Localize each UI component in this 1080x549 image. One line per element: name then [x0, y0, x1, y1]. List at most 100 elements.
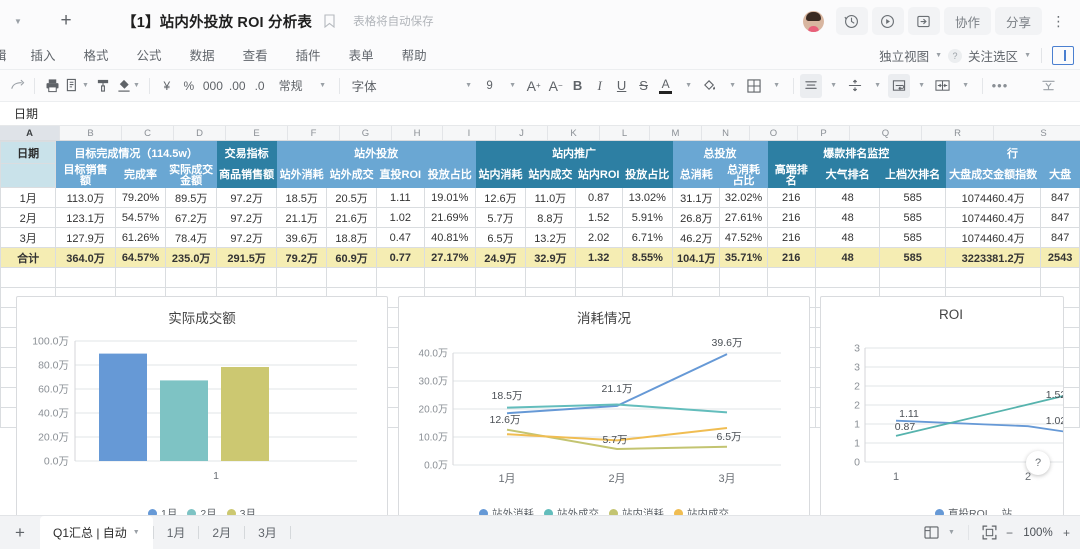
- document-title[interactable]: 【1】站内外投放 ROI 分析表: [122, 11, 312, 32]
- sub-header-12[interactable]: 投放占比: [621, 163, 674, 188]
- cell-total-c8[interactable]: 27.17%: [423, 247, 477, 268]
- help-float-button[interactable]: ?: [1026, 451, 1050, 475]
- total-row[interactable]: 合计 364.0万 64.57% 235.0万 291.5万 79.2万 60.…: [0, 247, 1080, 268]
- vertical-align-caret[interactable]: ▼: [866, 74, 888, 98]
- cell-r2-c3[interactable]: 67.2万: [165, 207, 218, 228]
- sub-header-1[interactable]: 目标销售额: [55, 163, 116, 188]
- cell-r1-c11[interactable]: 0.87: [574, 187, 623, 208]
- cell-total-c3[interactable]: 235.0万: [165, 247, 218, 268]
- cell-r3-c14[interactable]: 47.52%: [719, 227, 768, 248]
- table-row[interactable]: 2月 123.1万 54.57% 67.2万 97.2万 21.1万 21.6万…: [0, 207, 1080, 228]
- sub-header-6[interactable]: 站外成交: [326, 163, 378, 188]
- sub-header-2[interactable]: 完成率: [114, 163, 167, 188]
- cell-r3-c2[interactable]: 61.26%: [114, 227, 167, 248]
- cell-r3-c6[interactable]: 18.8万: [326, 227, 378, 248]
- cell-r3-c15[interactable]: 216: [766, 227, 816, 248]
- cell-r3-c4[interactable]: 97.2万: [216, 227, 278, 248]
- sub-header-14[interactable]: 总消耗占比: [719, 163, 768, 188]
- column-header-f[interactable]: F: [288, 126, 340, 140]
- chart-actual-gmv[interactable]: 实际成交额 100.0万 80.0万 60.0万 40.0万 20.0万 0.0…: [16, 296, 388, 515]
- font-size-caret[interactable]: ▼: [501, 74, 523, 98]
- empty-cell-6[interactable]: [326, 267, 378, 288]
- help-question-icon[interactable]: ?: [948, 48, 963, 63]
- empty-cell-8[interactable]: [423, 267, 477, 288]
- align-button[interactable]: [799, 73, 822, 98]
- cell-r2-c18[interactable]: 1074460.4万: [944, 207, 1042, 228]
- cell-r3-c7[interactable]: 0.47: [376, 227, 425, 248]
- sub-header-9[interactable]: 站内消耗: [475, 163, 526, 188]
- cell-r1-c5[interactable]: 18.5万: [276, 187, 328, 208]
- formula-bar[interactable]: 日期: [0, 102, 1080, 126]
- column-header-b[interactable]: B: [60, 126, 122, 140]
- decrease-font-size-button[interactable]: A −: [545, 74, 567, 98]
- cell-r1-c7[interactable]: 1.11: [376, 187, 425, 208]
- empty-row[interactable]: [0, 267, 1080, 288]
- italic-button[interactable]: I: [589, 74, 611, 98]
- sub-header-15[interactable]: 高端排名: [766, 163, 816, 188]
- currency-format-button[interactable]: ¥: [156, 74, 178, 98]
- empty-cell-5[interactable]: [276, 267, 328, 288]
- history-clock-icon[interactable]: [835, 7, 868, 35]
- menu-item-form[interactable]: 表单: [335, 42, 388, 70]
- cell-total-c0[interactable]: 合计: [0, 247, 57, 268]
- font-size-input[interactable]: 9: [479, 74, 501, 98]
- column-header-r[interactable]: R: [922, 126, 994, 140]
- legend-item-mar[interactable]: 3月: [226, 506, 256, 515]
- group-header-rank[interactable]: 爆款排名监控: [766, 141, 946, 164]
- thousands-format-button[interactable]: 000: [200, 74, 226, 98]
- cell-r2-c12[interactable]: 5.91%: [621, 207, 674, 228]
- grid-view-caret[interactable]: ▼: [948, 529, 955, 536]
- cell-r1-c6[interactable]: 20.5万: [326, 187, 378, 208]
- font-family-select[interactable]: 字体: [346, 74, 383, 98]
- cell-r3-c16[interactable]: 48: [814, 227, 881, 248]
- column-header-a[interactable]: A: [0, 126, 60, 140]
- cell-r1-c12[interactable]: 13.02%: [621, 187, 674, 208]
- fill-color-caret[interactable]: ▼: [721, 74, 743, 98]
- borders-icon[interactable]: [743, 74, 765, 98]
- grid-view-icon[interactable]: [924, 526, 939, 539]
- menu-item-formula[interactable]: 公式: [123, 42, 176, 70]
- cell-total-c4[interactable]: 291.5万: [216, 247, 278, 268]
- cell-r2-c17[interactable]: 585: [879, 207, 946, 228]
- sub-header-3[interactable]: 实际成交金额: [165, 163, 218, 188]
- underline-button[interactable]: U: [611, 74, 633, 98]
- cell-total-c17[interactable]: 585: [879, 247, 946, 268]
- legend-item-direct-roi[interactable]: 直投ROI: [935, 506, 988, 515]
- cell-total-c14[interactable]: 35.71%: [719, 247, 768, 268]
- empty-cell-15[interactable]: [766, 267, 816, 288]
- column-header-d[interactable]: D: [174, 126, 226, 140]
- present-icon[interactable]: [907, 7, 940, 35]
- empty-cell-17[interactable]: [879, 267, 946, 288]
- cell-total-c16[interactable]: 48: [814, 247, 881, 268]
- menu-item-insert[interactable]: 插入: [17, 42, 70, 70]
- menu-item-plugin[interactable]: 插件: [282, 42, 335, 70]
- strikethrough-button[interactable]: S: [633, 74, 655, 98]
- column-header-o[interactable]: O: [750, 126, 798, 140]
- new-tab-button[interactable]: +: [40, 6, 92, 36]
- column-header-h[interactable]: H: [392, 126, 443, 140]
- cell-r1-c14[interactable]: 32.02%: [719, 187, 768, 208]
- table-row[interactable]: 1月 113.0万 79.20% 89.5万 97.2万 18.5万 20.5万…: [0, 187, 1080, 208]
- avatar[interactable]: [802, 10, 824, 32]
- empty-cell-10[interactable]: [524, 267, 576, 288]
- freeze-pane-icon[interactable]: [1037, 74, 1059, 98]
- cell-r3-c5[interactable]: 39.6万: [276, 227, 328, 248]
- cell-total-c19[interactable]: 2543: [1040, 247, 1080, 268]
- legend-item-onsite-gmv[interactable]: 站内成交: [674, 506, 729, 515]
- cell-total-c18[interactable]: 3223381.2万: [944, 247, 1042, 268]
- cell-r2-c6[interactable]: 21.6万: [326, 207, 378, 228]
- menu-item-edit[interactable]: 辑: [0, 42, 17, 70]
- sheet-tab-feb[interactable]: 2月: [199, 516, 244, 549]
- cell-r2-c7[interactable]: 1.02: [376, 207, 425, 228]
- cell-r1-c18[interactable]: 1074460.4万: [944, 187, 1042, 208]
- fill-bucket-icon[interactable]: [699, 74, 721, 98]
- sub-header-10[interactable]: 站内成交: [524, 163, 576, 188]
- cell-r2-c0[interactable]: 2月: [0, 207, 57, 228]
- text-color-caret[interactable]: ▼: [677, 74, 699, 98]
- paint-format-icon[interactable]: [92, 74, 114, 98]
- cell-r1-c2[interactable]: 79.20%: [114, 187, 167, 208]
- column-header-k[interactable]: K: [548, 126, 600, 140]
- cell-total-c6[interactable]: 60.9万: [326, 247, 378, 268]
- cell-r2-c10[interactable]: 8.8万: [524, 207, 576, 228]
- chart-roi[interactable]: ROI 33 22 11 0 1.11 0.87 1.5 1.0 1 2 直投R…: [820, 296, 1064, 515]
